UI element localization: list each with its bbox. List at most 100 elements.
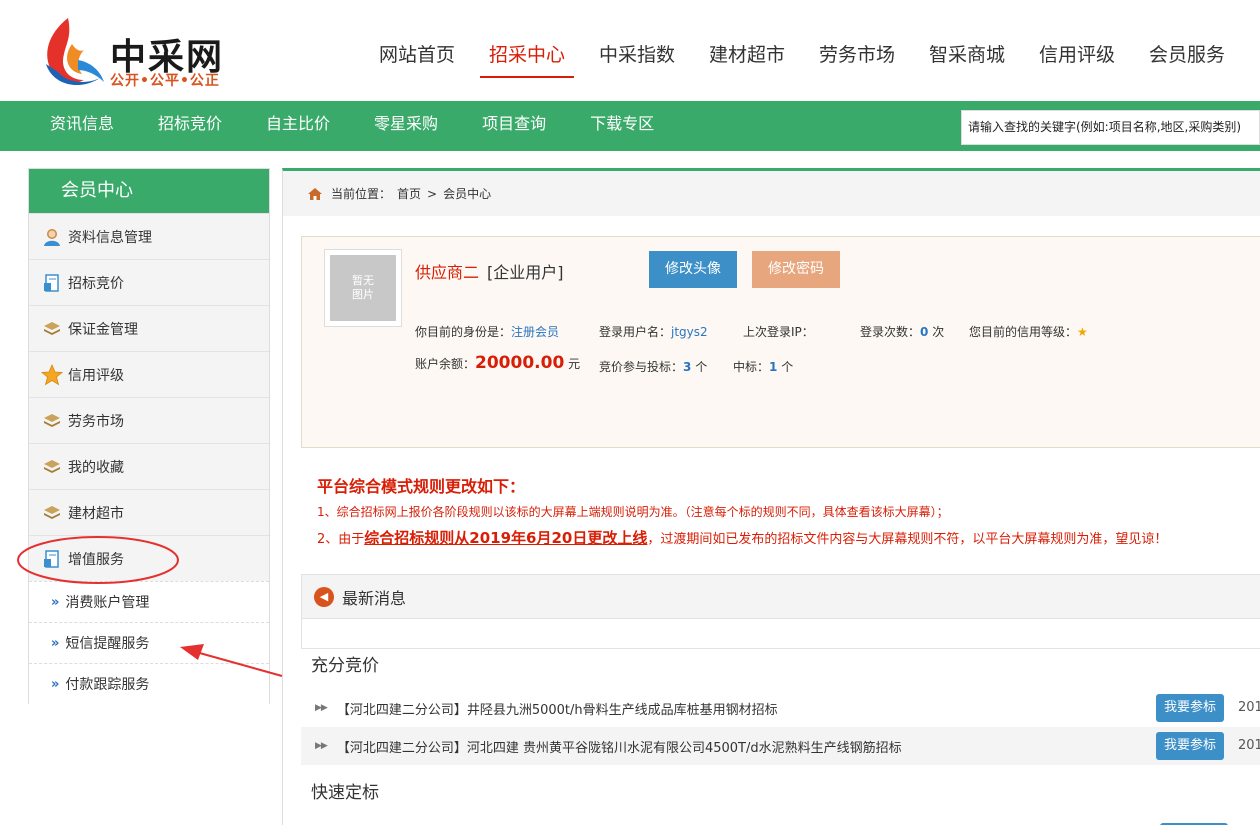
last-ip-label: 上次登录IP： xyxy=(743,325,814,339)
notice-line-2-pre: 2、由于 xyxy=(317,532,365,547)
header: 中采网 公开•公平•公正 网站首页 招采中心 中采指数 建材超市 劳务市场 智采… xyxy=(0,0,1260,101)
top-nav: 网站首页 招采中心 中采指数 建材超市 劳务市场 智采商城 信用评级 会员服务 xyxy=(362,0,1242,101)
username-label: 登录用户名： xyxy=(599,325,672,339)
row-title[interactable]: 【河北四建二分公司】河北四建 贵州黄平谷陇铭川水泥有限公司4500T/d水泥熟料… xyxy=(337,737,902,756)
user-icon xyxy=(41,226,63,248)
avatar: 暂无 图片 xyxy=(324,249,402,327)
bids-unit: 个 xyxy=(695,360,708,374)
sidebar-item-favorites[interactable]: 我的收藏 xyxy=(29,443,269,489)
user-name-value: 供应商二 xyxy=(415,263,480,282)
login-count-value: 0 xyxy=(920,325,929,339)
nav-labor-market[interactable]: 劳务市场 xyxy=(802,0,912,78)
login-count-unit: 次 xyxy=(932,325,945,339)
subnav-news[interactable]: 资讯信息 xyxy=(28,101,136,151)
sidebar-item-profile[interactable]: 资料信息管理 xyxy=(29,213,269,259)
table-row: ▶▶ 【河北四建二分公司】井陉县九洲5000t/h骨料生产线成品库桩基用钢材招标… xyxy=(301,689,1260,727)
stack-icon xyxy=(41,456,63,478)
sidebar-item-label: 建材超市 xyxy=(68,505,124,522)
join-bid-button[interactable]: 我要参标 xyxy=(1156,694,1224,722)
breadcrumb: 当前位置： 首页 > 会员中心 xyxy=(283,171,1260,216)
last-ip-info: 上次登录IP： xyxy=(743,323,814,340)
won-value: 1 xyxy=(769,360,778,374)
star-icon xyxy=(41,363,63,386)
notice-line-2-emphasis: 综合招标规则从2019年6月20日更改上线 xyxy=(364,529,648,547)
join-bid-button[interactable]: 我要参标 xyxy=(1156,732,1224,760)
main-content: 当前位置： 首页 > 会员中心 暂无 图片 供应商二 [企业用户] 修改头像 修改密… xyxy=(282,168,1260,825)
notice-line-1: 1、综合招标网上报价各阶段规则以该标的大屏幕上端规则说明为准。（注意每个标的规则… xyxy=(317,505,949,519)
row-date: 201 xyxy=(1238,700,1260,715)
nav-credit-rating[interactable]: 信用评级 xyxy=(1022,0,1132,78)
news-title: 最新消息 xyxy=(342,588,407,608)
subnav-small-purchase[interactable]: 零星采购 xyxy=(352,101,460,151)
subnav-project-search[interactable]: 项目查询 xyxy=(460,101,568,151)
bids-info: 竞价参与投标：3 个 xyxy=(599,358,707,375)
sidebar-item-bidding[interactable]: 招标竞价 xyxy=(29,259,269,305)
breadcrumb-current: 会员中心 xyxy=(443,187,492,201)
home-icon xyxy=(308,187,322,200)
login-count-info: 登录次数：0 次 xyxy=(860,323,944,340)
avatar-text: 图片 xyxy=(352,288,374,301)
logo-slogan: 公开•公平•公正 xyxy=(110,73,220,89)
balance-info: 账户余额：20000.00 元 xyxy=(415,353,580,373)
document-icon xyxy=(41,548,63,570)
avatar-text: 暂无 xyxy=(352,274,374,287)
document-icon xyxy=(41,272,63,294)
balance-value: 20000.00 xyxy=(475,353,565,373)
sidebar-item-labor[interactable]: 劳务市场 xyxy=(29,397,269,443)
identity-label: 你目前的身份是： xyxy=(415,325,512,339)
sidebar-item-materials[interactable]: 建材超市 xyxy=(29,489,269,535)
sidebar-item-deposit[interactable]: 保证金管理 xyxy=(29,305,269,351)
nav-member-services[interactable]: 会员服务 xyxy=(1132,0,1242,78)
stack-icon xyxy=(41,502,63,524)
subnav-bidding[interactable]: 招标竞价 xyxy=(136,101,244,151)
credit-info: 您目前的信用等级：★ xyxy=(969,323,1088,340)
speaker-icon: ◀ xyxy=(314,586,334,607)
play-arrow-icon: ▶▶ xyxy=(315,741,328,751)
sidebar-item-value-added[interactable]: 增值服务 xyxy=(29,535,269,581)
sidebar-item-label: 信用评级 xyxy=(68,367,124,384)
play-arrow-icon: ▶▶ xyxy=(315,703,328,713)
sidebar-item-label: 保证金管理 xyxy=(68,321,138,338)
stack-icon xyxy=(41,318,63,340)
sub-nav-bar: 资讯信息 招标竞价 自主比价 零星采购 项目查询 下载专区 请输入查找的关键字(… xyxy=(0,101,1260,151)
sub-nav: 资讯信息 招标竞价 自主比价 零星采购 项目查询 下载专区 xyxy=(28,101,676,151)
identity-value[interactable]: 注册会员 xyxy=(511,325,559,339)
nav-smart-mall[interactable]: 智采商城 xyxy=(912,0,1022,78)
sidebar-subitem-sms[interactable]: » 短信提醒服务 xyxy=(29,622,269,663)
login-count-label: 登录次数： xyxy=(860,325,921,339)
nav-building-materials[interactable]: 建材超市 xyxy=(692,0,802,78)
nav-procurement-center[interactable]: 招采中心 xyxy=(472,0,582,78)
row-title[interactable]: 【河北四建二分公司】井陉县九洲5000t/h骨料生产线成品库桩基用钢材招标 xyxy=(337,699,778,718)
stack-icon xyxy=(41,410,63,432)
double-chevron-icon: » xyxy=(51,635,60,651)
sidebar-subitem-payment[interactable]: » 付款跟踪服务 xyxy=(29,663,269,704)
row-date: 201 xyxy=(1238,738,1260,753)
site-logo[interactable]: 中采网 公开•公平•公正 xyxy=(38,14,238,90)
section-title-full-bidding: 充分竞价 xyxy=(311,656,379,676)
sidebar-item-label: 资料信息管理 xyxy=(68,229,152,246)
notice-line-2: 2、由于综合招标规则从2019年6月20日更改上线，过渡期间如已发布的招标文件内… xyxy=(317,527,1167,548)
breadcrumb-home[interactable]: 首页 xyxy=(397,185,421,202)
sidebar-item-credit[interactable]: 信用评级 xyxy=(29,351,269,397)
sidebar-item-label: 招标竞价 xyxy=(68,275,124,292)
change-password-button[interactable]: 修改密码 xyxy=(752,251,840,288)
subnav-downloads[interactable]: 下载专区 xyxy=(568,101,676,151)
avatar-placeholder: 暂无 图片 xyxy=(330,255,396,321)
search-input[interactable]: 请输入查找的关键字(例如:项目名称,地区,采购类别) xyxy=(961,110,1260,145)
sidebar-subitem-account[interactable]: » 消费账户管理 xyxy=(29,581,269,622)
bids-value: 3 xyxy=(683,360,692,374)
nav-index[interactable]: 中采指数 xyxy=(582,0,692,78)
news-header: ◀ 最新消息 xyxy=(301,574,1260,619)
user-name: 供应商二 [企业用户] xyxy=(415,259,564,283)
won-info: 中标：1 个 xyxy=(733,358,793,375)
sidebar-item-label: 我的收藏 xyxy=(68,459,124,476)
change-avatar-button[interactable]: 修改头像 xyxy=(649,251,737,288)
nav-home[interactable]: 网站首页 xyxy=(362,0,472,78)
news-divider xyxy=(301,619,1260,649)
sidebar-subitem-label: 短信提醒服务 xyxy=(65,636,150,652)
double-chevron-icon: » xyxy=(51,594,60,610)
credit-label: 您目前的信用等级： xyxy=(969,325,1078,339)
sidebar-item-label: 劳务市场 xyxy=(68,413,124,430)
subnav-price-compare[interactable]: 自主比价 xyxy=(244,101,352,151)
sidebar-title: 会员中心 xyxy=(29,169,269,213)
